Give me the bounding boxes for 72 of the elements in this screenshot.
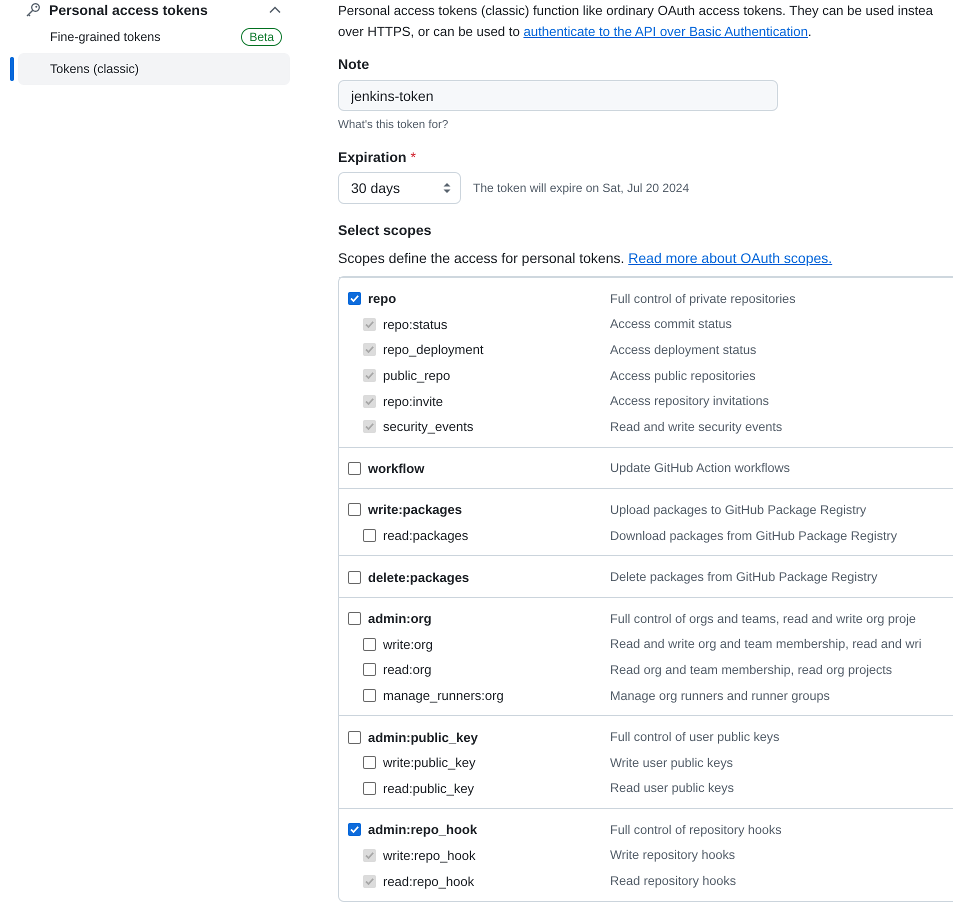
scope-description: Download packages from GitHub Package Registry (610, 528, 897, 543)
scope-name: repo (368, 291, 396, 306)
scope-description: Update GitHub Action workflows (610, 461, 790, 476)
scope-name: admin:org (368, 611, 432, 626)
scope-name: write:packages (368, 502, 462, 518)
link[interactable]: Read more about OAuth scopes. (628, 250, 832, 266)
selection-indicator (10, 57, 14, 81)
scope-description: Read user public keys (610, 781, 734, 796)
intro-text: Personal access tokens (classic) function like ordinary OAuth access tokens. They can be used instea (338, 2, 934, 20)
scope-name: repo_deployment (383, 342, 484, 358)
scope-name: security_events (383, 419, 474, 434)
expiration-select[interactable]: 30 days (338, 172, 461, 204)
checkbox[interactable] (363, 782, 376, 795)
scope-name: public_repo (383, 368, 450, 384)
scope-name: write:public_key (383, 755, 476, 770)
scopes-description: Scopes define the access for personal tokens. Read more about OAuth scopes. (338, 250, 834, 266)
scope-description: Access public repositories (610, 368, 756, 383)
scope-description: Read and write org and team membership, read and wri (610, 637, 922, 652)
scope-description: Write repository hooks (610, 848, 736, 862)
field-label: Note (338, 56, 370, 72)
scope-description: Upload packages to GitHub Package Registry (610, 502, 866, 517)
scope-description: Write user public keys (610, 756, 733, 770)
intro-text: over HTTPS, or can be used to authenticate to the API over Basic Authentication. (338, 23, 813, 41)
scope-name: repo:status (383, 316, 448, 332)
scope-description: Manage org runners and runner groups (610, 688, 830, 703)
scope-name: read:org (383, 662, 432, 678)
input-field[interactable]: jenkins-token (338, 80, 778, 111)
scope-description: Full control of orgs and teams, read and write org proje (610, 612, 916, 626)
scope-name: repo:invite (383, 394, 443, 409)
sidebar-section-title: Personal access tokens (49, 2, 209, 18)
link[interactable]: authenticate to the API over Basic Authentication (523, 24, 808, 39)
scope-name: admin:repo_hook (368, 822, 478, 838)
checkbox[interactable] (363, 663, 376, 676)
scope-name: read:repo_hook (383, 874, 474, 889)
checkbox[interactable] (363, 756, 376, 770)
scope-name: delete:packages (368, 570, 470, 585)
required-mark: * (410, 149, 416, 165)
scope-description: Access deployment status (610, 342, 756, 357)
scope-name: read:packages (383, 528, 468, 544)
checkbox[interactable] (348, 462, 361, 475)
section-title: Select scopes (338, 222, 432, 238)
scope-description: Read repository hooks (610, 874, 736, 888)
scope-description: Full control of private repositories (610, 292, 796, 306)
checkbox[interactable] (348, 292, 361, 306)
checkbox[interactable] (348, 730, 361, 744)
scope-description: Access commit status (610, 317, 732, 332)
scope-description: Full control of user public keys (610, 730, 780, 744)
scope-name: write:org (383, 636, 433, 652)
scope-description: Read org and team membership, read org projects (610, 662, 892, 677)
field-label: Expiration (338, 149, 406, 165)
checkbox[interactable] (363, 529, 376, 542)
field-hint: What's this token for? (338, 119, 450, 131)
scope-description: Delete packages from GitHub Package Registry (610, 570, 878, 584)
checkbox[interactable] (348, 503, 361, 516)
scope-name: workflow (368, 460, 424, 476)
scope-description: Read and write security events (610, 420, 782, 434)
checkbox[interactable] (363, 689, 376, 702)
checkbox[interactable] (348, 612, 361, 626)
scope-name: admin:public_key (368, 730, 478, 745)
scope-name: manage_runners:org (383, 688, 504, 704)
scope-description: Access repository invitations (610, 394, 769, 408)
scope-description: Full control of repository hooks (610, 822, 782, 837)
scope-name: read:public_key (383, 780, 474, 796)
checkbox[interactable] (363, 638, 376, 651)
expiration-info: The token will expire on Sat, Jul 20 2024 (473, 181, 690, 195)
sidebar-item[interactable]: Fine-grained tokens Beta (18, 21, 290, 53)
checkbox[interactable] (348, 823, 361, 836)
sort-arrows-icon (442, 181, 452, 195)
beta-badge: Beta (241, 28, 282, 46)
checkbox[interactable] (348, 570, 361, 584)
scope-name: write:repo_hook (383, 848, 476, 863)
key-icon (25, 2, 41, 18)
